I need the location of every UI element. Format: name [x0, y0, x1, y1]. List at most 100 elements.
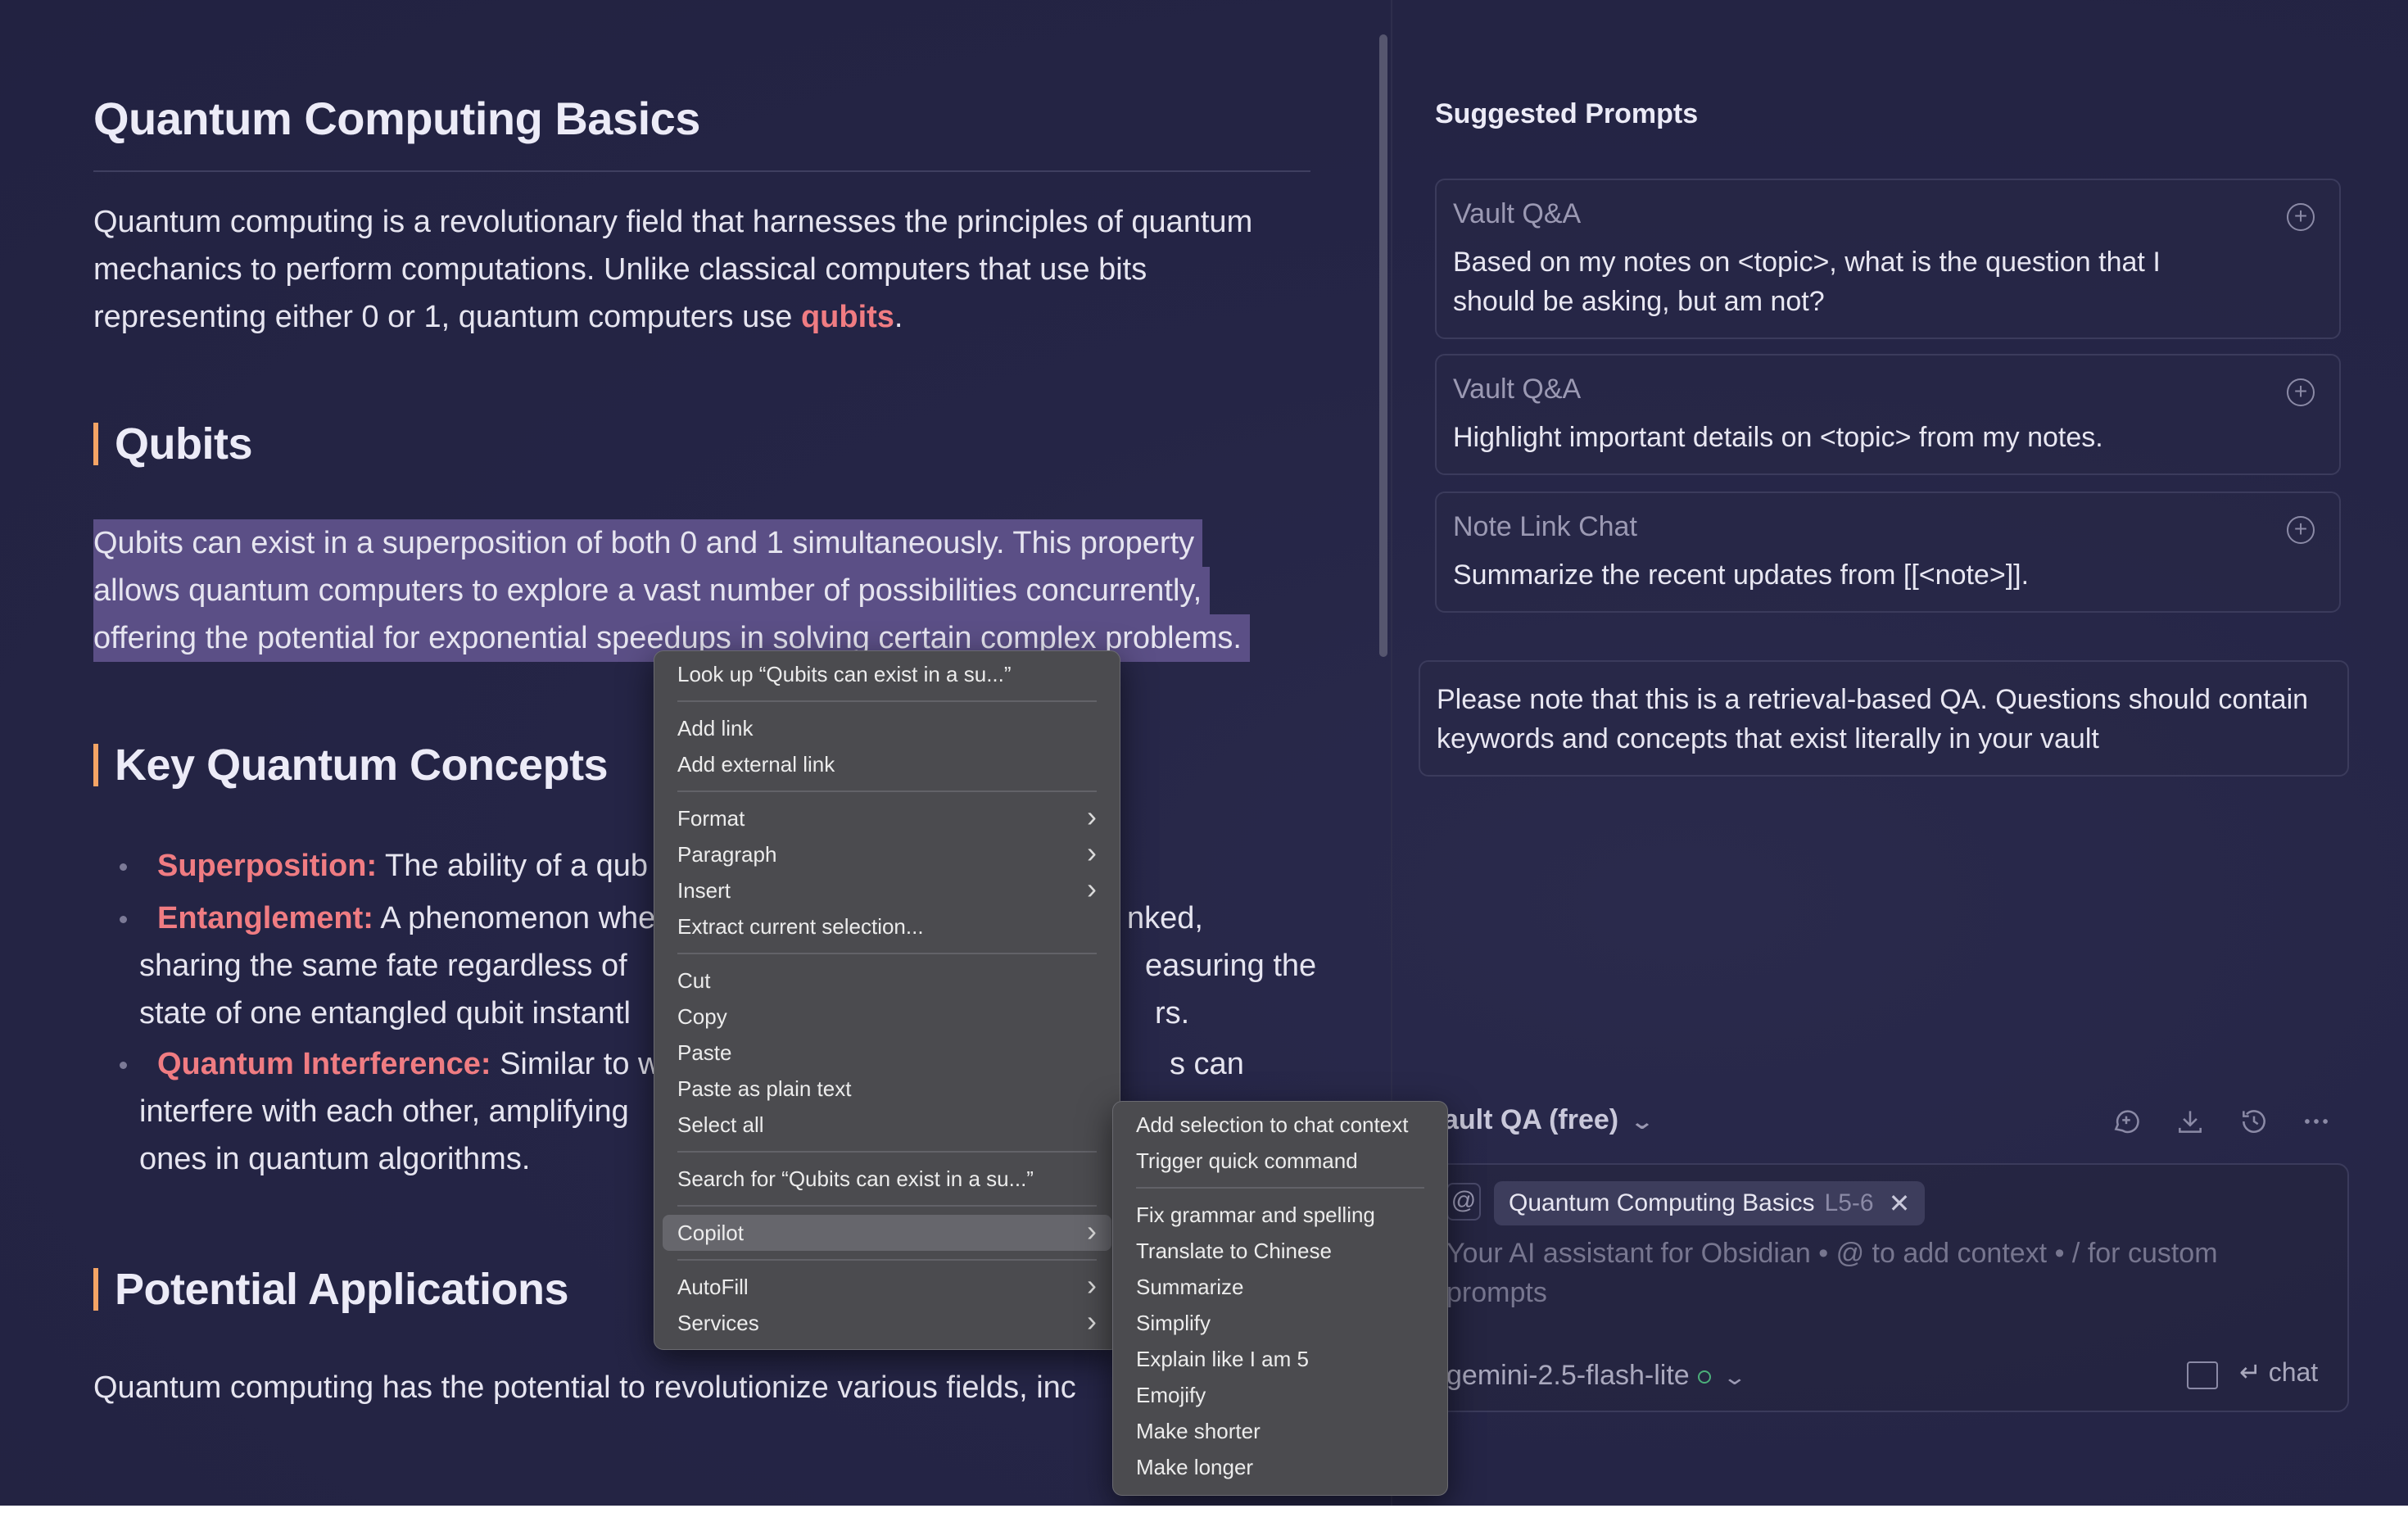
qubits-paragraph-selected[interactable]: Qubits can exist in a superposition of b… [93, 519, 1314, 662]
intro-paragraph[interactable]: Quantum computing is a revolutionary fie… [93, 198, 1314, 341]
add-prompt-icon[interactable]: + [2287, 516, 2315, 544]
chat-input-placeholder[interactable]: Your AI assistant for Obsidian • @ to ad… [1446, 1234, 2315, 1312]
model-selector[interactable]: gemini-2.5-flash-lite ⌄ [1446, 1360, 1747, 1392]
prompt-text: Based on my notes on <topic>, what is th… [1453, 247, 2161, 317]
context-note-name: Quantum Computing Basics [1509, 1189, 1815, 1216]
heading-key-concepts: Key Quantum Concepts [93, 743, 609, 787]
menu-item-copy[interactable]: Copy [654, 999, 1120, 1035]
menu-item-search-for[interactable]: Search for “Qubits can exist in a su...” [654, 1161, 1120, 1197]
copilot-submenu: Add selection to chat context Trigger qu… [1112, 1101, 1448, 1496]
menu-item-paste-plain[interactable]: Paste as plain text [654, 1071, 1120, 1107]
history-icon[interactable] [2238, 1106, 2270, 1139]
concept-fragment: interfere with each other, amplifying [139, 1094, 629, 1129]
menu-item-select-all[interactable]: Select all [654, 1107, 1120, 1143]
concept-tail: s can [1170, 1047, 1244, 1081]
submenu-item-add-selection[interactable]: Add selection to chat context [1113, 1107, 1447, 1143]
new-chat-icon[interactable] [2110, 1106, 2143, 1139]
menu-item-paragraph[interactable]: Paragraph [654, 835, 1120, 872]
submenu-item-translate[interactable]: Translate to Chinese [1113, 1233, 1447, 1269]
menu-item-autofill[interactable]: AutoFill [654, 1267, 1120, 1305]
chevron-down-icon: ⌄ [1629, 1109, 1655, 1134]
menu-item-add-link[interactable]: Add link [654, 710, 1120, 746]
concept-superposition: Superposition: The ability of a qub [157, 842, 648, 890]
suggested-prompts-title: Suggested Prompts [1435, 98, 1699, 129]
prompt-card[interactable]: Vault Q&A Based on my notes on <topic>, … [1435, 179, 2341, 339]
menu-item-insert[interactable]: Insert [654, 871, 1120, 908]
prompt-card[interactable]: Vault Q&A Highlight important details on… [1435, 354, 2341, 475]
prompt-card[interactable]: Note Link Chat Summarize the recent upda… [1435, 491, 2341, 613]
menu-item-paste[interactable]: Paste [654, 1035, 1120, 1071]
concept-fragment: easuring the [1145, 949, 1317, 983]
selected-line-1: Qubits can exist in a superposition of b… [93, 519, 1203, 567]
heading-qubits: Qubits [93, 422, 253, 466]
intro-text: Quantum computing is a revolutionary fie… [93, 205, 1253, 334]
selected-line-2: allows quantum computers to explore a va… [93, 567, 1211, 614]
chat-input-box[interactable]: @ Quantum Computing Basics L5-6 ✕ Your A… [1435, 1163, 2349, 1412]
menu-separator [677, 1259, 1097, 1261]
chat-mode-selector[interactable]: ault QA (free) ⌄ [1443, 1104, 1654, 1136]
prompt-text: Highlight important details on <topic> f… [1453, 422, 2103, 453]
menu-item-extract[interactable]: Extract current selection... [654, 908, 1120, 944]
concept-interference: Quantum Interference: Similar to w [157, 1040, 660, 1088]
prompt-type: Vault Q&A [1453, 374, 1582, 405]
send-label: chat [2268, 1357, 2319, 1387]
submenu-item-make-shorter[interactable]: Make shorter [1113, 1413, 1447, 1449]
download-icon[interactable] [2174, 1106, 2207, 1139]
model-name: gemini-2.5-flash-lite [1446, 1360, 1690, 1391]
concept-text: A phenomenon whe [373, 901, 656, 935]
menu-item-lookup[interactable]: Look up “Qubits can exist in a su...” [654, 656, 1120, 692]
mode-label: ault QA (free) [1443, 1104, 1619, 1135]
submenu-item-summarize[interactable]: Summarize [1113, 1269, 1447, 1305]
submenu-item-eli5[interactable]: Explain like I am 5 [1113, 1341, 1447, 1377]
chevron-down-icon: ⌄ [1722, 1365, 1747, 1389]
concept-fragment: sharing the same fate regardless of [139, 949, 627, 983]
title-divider [93, 170, 1310, 172]
image-icon[interactable] [2187, 1361, 2218, 1389]
qubits-link[interactable]: qubits [801, 300, 894, 334]
menu-separator [677, 700, 1097, 702]
prompt-type: Vault Q&A [1453, 198, 1582, 229]
menu-item-format[interactable]: Format [654, 799, 1120, 836]
term-entanglement: Entanglement: [157, 901, 373, 935]
concept-fragment: ones in quantum algorithms. [139, 1142, 531, 1176]
menu-separator [677, 1205, 1097, 1207]
intro-end: . [894, 300, 903, 334]
menu-separator [677, 790, 1097, 792]
add-prompt-icon[interactable]: + [2287, 203, 2315, 231]
send-button[interactable]: ↵ chat [2239, 1357, 2318, 1388]
concept-entanglement: Entanglement: A phenomenon whe [157, 895, 655, 942]
copilot-panel: Suggested Prompts Vault Q&A Based on my … [1392, 0, 2408, 1506]
concept-fragment: state of one entangled qubit instantl [139, 996, 631, 1030]
menu-separator [1136, 1187, 1424, 1189]
term-interference: Quantum Interference: [157, 1047, 491, 1081]
prompt-type: Note Link Chat [1453, 511, 1637, 542]
bullet-dot [120, 1062, 127, 1069]
note-title: Quantum Computing Basics [93, 93, 700, 144]
submenu-item-trigger-quick-command[interactable]: Trigger quick command [1113, 1143, 1447, 1179]
more-icon[interactable] [2300, 1106, 2333, 1139]
context-menu: Look up “Qubits can exist in a su...” Ad… [654, 650, 1120, 1350]
menu-item-services[interactable]: Services [654, 1303, 1120, 1341]
context-chip[interactable]: Quantum Computing Basics L5-6 ✕ [1494, 1181, 1926, 1225]
heading-applications: Potential Applications [93, 1267, 569, 1311]
retrieval-notice: Please note that this is a retrieval-bas… [1419, 660, 2349, 777]
menu-separator [677, 953, 1097, 954]
submenu-item-emojify[interactable]: Emojify [1113, 1377, 1447, 1413]
concept-fragment: rs. [1155, 996, 1190, 1030]
submenu-item-fix-grammar[interactable]: Fix grammar and spelling [1113, 1197, 1447, 1233]
submenu-item-make-longer[interactable]: Make longer [1113, 1449, 1447, 1485]
menu-separator [677, 1151, 1097, 1153]
menu-item-copilot[interactable]: Copilot [663, 1213, 1111, 1251]
concept-text: The ability of a qub [377, 849, 649, 883]
app-window: Quantum Computing Basics Quantum computi… [0, 0, 2408, 1506]
menu-item-add-external-link[interactable]: Add external link [654, 746, 1120, 782]
return-icon: ↵ [2239, 1357, 2269, 1387]
concept-tail: nked, [1127, 901, 1203, 935]
editor-scrollbar[interactable] [1379, 34, 1387, 657]
add-context-at-button[interactable]: @ [1446, 1183, 1481, 1221]
submenu-item-simplify[interactable]: Simplify [1113, 1305, 1447, 1341]
status-dot-icon [1697, 1370, 1711, 1384]
add-prompt-icon[interactable]: + [2287, 378, 2315, 406]
close-icon[interactable]: ✕ [1889, 1188, 1911, 1219]
menu-item-cut[interactable]: Cut [654, 962, 1120, 999]
